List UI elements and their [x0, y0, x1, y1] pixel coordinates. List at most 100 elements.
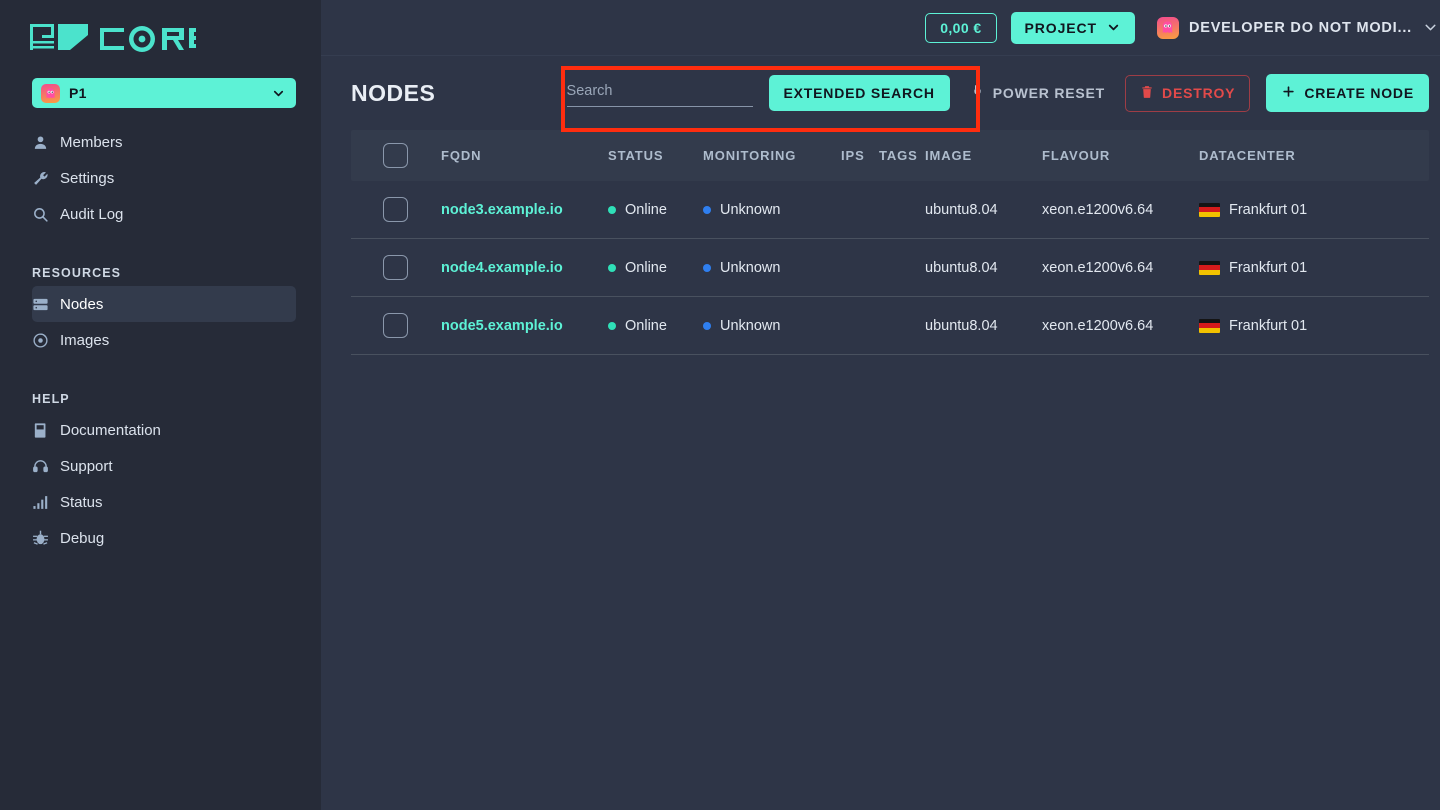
server-icon: [32, 296, 60, 313]
user-icon: [32, 134, 60, 151]
extended-search-button[interactable]: EXTENDED SEARCH: [768, 75, 950, 111]
fqdn-link[interactable]: node5.example.io: [441, 318, 563, 334]
extended-search-label: EXTENDED SEARCH: [783, 85, 935, 101]
project-button[interactable]: PROJECT: [1010, 11, 1135, 44]
sidebar-item-label: Documentation: [60, 421, 161, 439]
sidebar-item-label: Support: [60, 457, 113, 475]
cell-fqdn: node3.example.io: [441, 201, 608, 219]
search-icon: [32, 206, 60, 223]
bar-chart-icon: [32, 494, 60, 511]
search-input[interactable]: [566, 79, 753, 107]
sidebar-item-audit-log[interactable]: Audit Log: [32, 196, 296, 232]
power-reset-label: POWER RESET: [992, 85, 1106, 101]
cell-status: Online: [608, 260, 703, 276]
cell-datacenter: Frankfurt 01: [1199, 318, 1429, 334]
sidebar-item-label: Nodes: [60, 295, 104, 313]
book-icon: [32, 422, 60, 439]
status-label: Online: [625, 317, 667, 334]
monitoring-label: Unknown: [720, 201, 781, 218]
chevron-down-icon: [1108, 24, 1119, 31]
status-dot-icon: [608, 263, 616, 272]
sidebar-item-nodes[interactable]: Nodes: [32, 286, 296, 322]
disc-icon: [32, 332, 60, 349]
status-dot-icon: [608, 321, 616, 330]
column-header-monitoring[interactable]: MONITORING: [703, 148, 841, 163]
topbar: 0,00 € PROJECT DEVELOPER DO NOT MODI...: [321, 0, 1440, 56]
column-header-datacenter[interactable]: DATACENTER: [1199, 148, 1429, 163]
page-actions: EXTENDED SEARCH POWER RESET DESTROY: [566, 74, 1429, 112]
credit-balance[interactable]: 0,00 €: [925, 12, 997, 43]
column-header-ips[interactable]: IPS: [841, 148, 879, 163]
cell-flavour: xeon.e1200v6.64: [1042, 201, 1154, 218]
monitoring-label: Unknown: [720, 317, 781, 334]
user-name-label: DEVELOPER DO NOT MODI...: [1188, 19, 1412, 36]
row-select-cell: [351, 313, 441, 338]
create-node-label: CREATE NODE: [1304, 85, 1414, 101]
sidebar-item-label: Members: [60, 133, 123, 151]
cell-flavour: xeon.e1200v6.64: [1042, 259, 1154, 276]
sidebar-item-settings[interactable]: Settings: [32, 160, 296, 196]
project-selector[interactable]: P1: [32, 78, 296, 108]
sidebar-group-resources: RESOURCES: [32, 266, 122, 280]
cell-monitoring: Unknown: [703, 260, 841, 276]
monitoring-dot-icon: [703, 205, 711, 214]
destroy-button[interactable]: DESTROY: [1125, 74, 1251, 112]
sidebar-item-label: Images: [60, 331, 110, 349]
sidebar-item-documentation[interactable]: Documentation: [32, 412, 296, 448]
chevron-down-icon: [1425, 24, 1436, 31]
cell-status: Online: [608, 318, 703, 334]
create-node-button[interactable]: CREATE NODE: [1266, 74, 1429, 112]
cell-monitoring: Unknown: [703, 202, 841, 218]
column-header-status[interactable]: STATUS: [608, 148, 703, 163]
datacenter-label: Frankfurt 01: [1229, 317, 1308, 334]
status-label: Online: [625, 259, 667, 276]
row-select-cell: [351, 255, 441, 280]
cell-image: ubuntu8.04: [925, 317, 998, 334]
table-row[interactable]: node3.example.io Online Unknown ubuntu8.…: [351, 181, 1429, 239]
sidebar-nav-resources: Nodes Images: [0, 286, 321, 358]
sidebar-group-help: HELP: [32, 392, 70, 406]
table-row[interactable]: node4.example.io Online Unknown ubuntu8.…: [351, 239, 1429, 297]
app-root: P1 Members Settings Audit Log RESOURCES …: [0, 0, 1440, 810]
bug-icon: [32, 530, 60, 547]
cell-image: ubuntu8.04: [925, 259, 998, 276]
cell-fqdn: node4.example.io: [441, 259, 608, 277]
row-checkbox[interactable]: [383, 255, 408, 280]
column-header-fqdn[interactable]: FQDN: [441, 148, 608, 163]
cell-image: ubuntu8.04: [925, 201, 998, 218]
select-all-cell: [351, 143, 441, 168]
row-checkbox[interactable]: [383, 197, 408, 222]
cell-monitoring: Unknown: [703, 318, 841, 334]
sidebar-item-images[interactable]: Images: [32, 322, 296, 358]
cell-datacenter: Frankfurt 01: [1199, 202, 1429, 218]
row-checkbox[interactable]: [383, 313, 408, 338]
cell-datacenter: Frankfurt 01: [1199, 260, 1429, 276]
table-row[interactable]: node5.example.io Online Unknown ubuntu8.…: [351, 297, 1429, 355]
sidebar-item-label: Debug: [60, 529, 105, 547]
column-header-image[interactable]: IMAGE: [925, 148, 1042, 163]
sidebar-item-members[interactable]: Members: [32, 124, 296, 160]
page-title: NODES: [351, 79, 436, 106]
ghost-avatar-icon: [41, 83, 60, 103]
sidebar-item-label: Status: [60, 493, 103, 511]
destroy-label: DESTROY: [1162, 85, 1236, 101]
brand-logo[interactable]: [0, 0, 321, 66]
power-reset-button[interactable]: POWER RESET: [966, 74, 1109, 112]
column-header-tags[interactable]: TAGS: [879, 148, 925, 163]
page-header: NODES EXTENDED SEARCH POWER RESET: [321, 56, 1440, 130]
sidebar-item-label: Settings: [60, 169, 115, 187]
column-header-flavour[interactable]: FLAVOUR: [1042, 148, 1199, 163]
power-plug-icon: [970, 84, 985, 102]
fqdn-link[interactable]: node4.example.io: [441, 260, 563, 276]
sidebar-item-status[interactable]: Status: [32, 484, 296, 520]
de-flag-icon: [1199, 318, 1220, 333]
sidebar-item-debug[interactable]: Debug: [32, 520, 296, 556]
headset-icon: [32, 458, 60, 475]
sidebar-item-support[interactable]: Support: [32, 448, 296, 484]
select-all-checkbox[interactable]: [383, 143, 408, 168]
sidebar-nav-help: Documentation Support Status Debug: [0, 412, 321, 556]
fqdn-link[interactable]: node3.example.io: [441, 202, 563, 218]
monitoring-dot-icon: [703, 263, 711, 272]
user-menu[interactable]: DEVELOPER DO NOT MODI...: [1156, 16, 1439, 39]
ghost-avatar-icon: [1156, 16, 1179, 39]
